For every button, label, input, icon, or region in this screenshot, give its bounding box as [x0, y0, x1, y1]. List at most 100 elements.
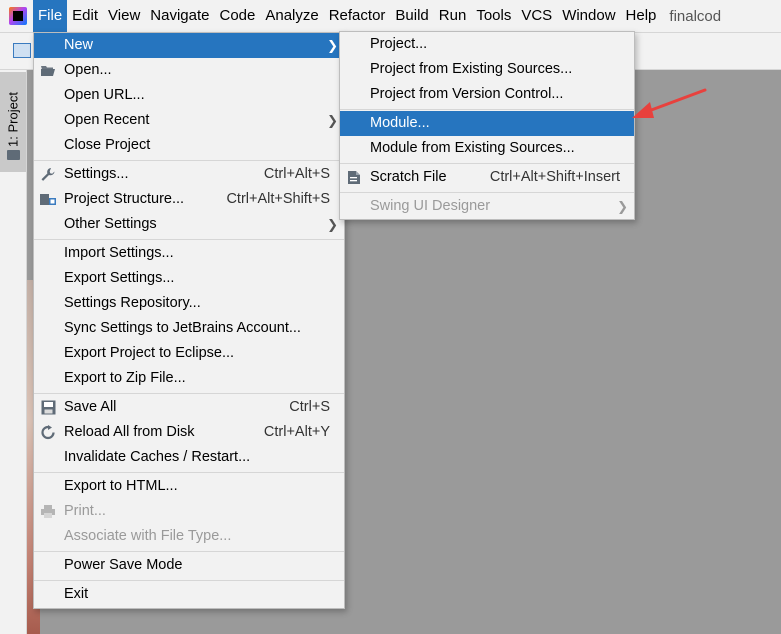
- file-open-url-label: Open URL...: [64, 87, 145, 103]
- file-power-save[interactable]: Power Save Mode: [34, 553, 344, 578]
- file-exit[interactable]: Exit: [34, 582, 344, 607]
- window-icon[interactable]: [13, 43, 31, 58]
- file-new[interactable]: New ❯: [34, 33, 344, 58]
- shortcut-label: Ctrl+S: [289, 399, 330, 415]
- file-export-settings-label: Export Settings...: [64, 270, 175, 286]
- new-project-label: Project...: [370, 36, 428, 52]
- file-sync-settings-label: Sync Settings to JetBrains Account...: [64, 320, 301, 336]
- intellij-logo-icon: [9, 7, 27, 25]
- menu-edit[interactable]: Edit: [67, 0, 103, 32]
- menu-view[interactable]: View: [103, 0, 145, 32]
- new-project[interactable]: Project...: [340, 32, 634, 57]
- file-open-url[interactable]: Open URL...: [34, 83, 344, 108]
- file-menu: New ❯ Open... Open URL... Open Recent ❯ …: [33, 32, 345, 609]
- scratch-file-icon: [346, 170, 362, 185]
- new-project-existing-label: Project from Existing Sources...: [370, 61, 573, 77]
- file-exit-label: Exit: [64, 586, 89, 602]
- menu-analyze[interactable]: Analyze: [260, 0, 323, 32]
- menu-separator: [34, 239, 344, 240]
- file-close-project[interactable]: Close Project: [34, 133, 344, 158]
- file-export-html-label: Export to HTML...: [64, 478, 178, 494]
- file-open-recent[interactable]: Open Recent ❯: [34, 108, 344, 133]
- chevron-right-icon: ❯: [327, 217, 338, 232]
- file-reload-all-label: Reload All from Disk: [64, 424, 195, 440]
- file-import-settings[interactable]: Import Settings...: [34, 241, 344, 266]
- file-print-label: Print...: [64, 503, 106, 519]
- file-settings-label: Settings...: [64, 166, 129, 182]
- shortcut-label: Ctrl+Alt+S: [263, 166, 330, 182]
- file-open-recent-label: Open Recent: [64, 112, 150, 128]
- folder-icon: [7, 150, 20, 160]
- file-export-settings[interactable]: Export Settings...: [34, 266, 344, 291]
- menu-file[interactable]: File: [33, 0, 68, 32]
- file-settings-repository-label: Settings Repository...: [64, 295, 201, 311]
- project-title: finalcod: [669, 7, 722, 25]
- new-submenu: Project... Project from Existing Sources…: [339, 31, 635, 220]
- file-settings-repository[interactable]: Settings Repository...: [34, 291, 344, 316]
- file-other-settings[interactable]: Other Settings ❯: [34, 212, 344, 237]
- new-module-existing[interactable]: Module from Existing Sources...: [340, 136, 634, 161]
- file-associate-label: Associate with File Type...: [64, 528, 232, 544]
- menu-separator: [34, 580, 344, 581]
- file-print: Print...: [34, 499, 344, 524]
- file-invalidate-caches[interactable]: Invalidate Caches / Restart...: [34, 445, 344, 470]
- printer-icon: [40, 504, 56, 519]
- file-sync-settings[interactable]: Sync Settings to JetBrains Account...: [34, 316, 344, 341]
- new-scratch-file[interactable]: Scratch File Ctrl+Alt+Shift+Insert: [340, 165, 634, 190]
- menu-code[interactable]: Code: [214, 0, 260, 32]
- menu-navigate[interactable]: Navigate: [145, 0, 214, 32]
- file-open-label: Open...: [64, 62, 112, 78]
- file-settings[interactable]: Settings... Ctrl+Alt+S: [34, 162, 344, 187]
- project-structure-icon: [40, 192, 56, 207]
- new-module-existing-label: Module from Existing Sources...: [370, 140, 575, 156]
- file-invalidate-caches-label: Invalidate Caches / Restart...: [64, 449, 251, 465]
- file-project-structure-label: Project Structure...: [64, 191, 185, 207]
- file-import-settings-label: Import Settings...: [64, 245, 174, 261]
- menu-window[interactable]: Window: [557, 0, 620, 32]
- file-export-eclipse-label: Export Project to Eclipse...: [64, 345, 235, 361]
- menu-separator: [34, 551, 344, 552]
- file-export-zip-label: Export to Zip File...: [64, 370, 186, 386]
- shortcut-label: Ctrl+Alt+Shift+S: [226, 191, 330, 207]
- menu-separator: [340, 163, 634, 164]
- menu-separator: [34, 393, 344, 394]
- menu-separator: [340, 109, 634, 110]
- new-scratch-file-label: Scratch File: [370, 169, 447, 185]
- menu-separator: [34, 472, 344, 473]
- file-project-structure[interactable]: Project Structure... Ctrl+Alt+Shift+S: [34, 187, 344, 212]
- file-export-html[interactable]: Export to HTML...: [34, 474, 344, 499]
- file-save-all-label: Save All: [64, 399, 117, 415]
- chevron-right-icon: ❯: [617, 199, 628, 214]
- file-power-save-label: Power Save Mode: [64, 557, 183, 573]
- save-icon: [40, 400, 56, 415]
- file-export-zip[interactable]: Export to Zip File...: [34, 366, 344, 391]
- chevron-right-icon: ❯: [327, 38, 338, 53]
- menu-help[interactable]: Help: [621, 0, 662, 32]
- file-reload-all[interactable]: Reload All from Disk Ctrl+Alt+Y: [34, 420, 344, 445]
- new-swing-designer-label: Swing UI Designer: [370, 198, 491, 214]
- menu-separator: [340, 192, 634, 193]
- shortcut-label: Ctrl+Alt+Shift+Insert: [489, 169, 620, 185]
- project-tool-tab[interactable]: 1: Project: [0, 72, 26, 172]
- new-module-label: Module...: [370, 115, 430, 131]
- menu-refactor[interactable]: Refactor: [324, 0, 391, 32]
- file-other-settings-label: Other Settings: [64, 216, 157, 232]
- file-associate: Associate with File Type...: [34, 524, 344, 549]
- menu-tools[interactable]: Tools: [471, 0, 516, 32]
- menu-build[interactable]: Build: [390, 0, 433, 32]
- new-swing-designer: Swing UI Designer ❯: [340, 194, 634, 219]
- shortcut-label: Ctrl+Alt+Y: [263, 424, 330, 440]
- file-save-all[interactable]: Save All Ctrl+S: [34, 395, 344, 420]
- annotation-arrow-icon: [632, 88, 707, 118]
- new-project-vcs[interactable]: Project from Version Control...: [340, 82, 634, 107]
- menu-vcs[interactable]: VCS: [516, 0, 557, 32]
- file-new-label: New: [64, 37, 94, 53]
- new-project-existing[interactable]: Project from Existing Sources...: [340, 57, 634, 82]
- file-export-eclipse[interactable]: Export Project to Eclipse...: [34, 341, 344, 366]
- new-project-vcs-label: Project from Version Control...: [370, 86, 564, 102]
- wrench-icon: [40, 167, 56, 182]
- file-open[interactable]: Open...: [34, 58, 344, 83]
- new-module[interactable]: Module...: [340, 111, 634, 136]
- menu-separator: [34, 160, 344, 161]
- menu-run[interactable]: Run: [434, 0, 472, 32]
